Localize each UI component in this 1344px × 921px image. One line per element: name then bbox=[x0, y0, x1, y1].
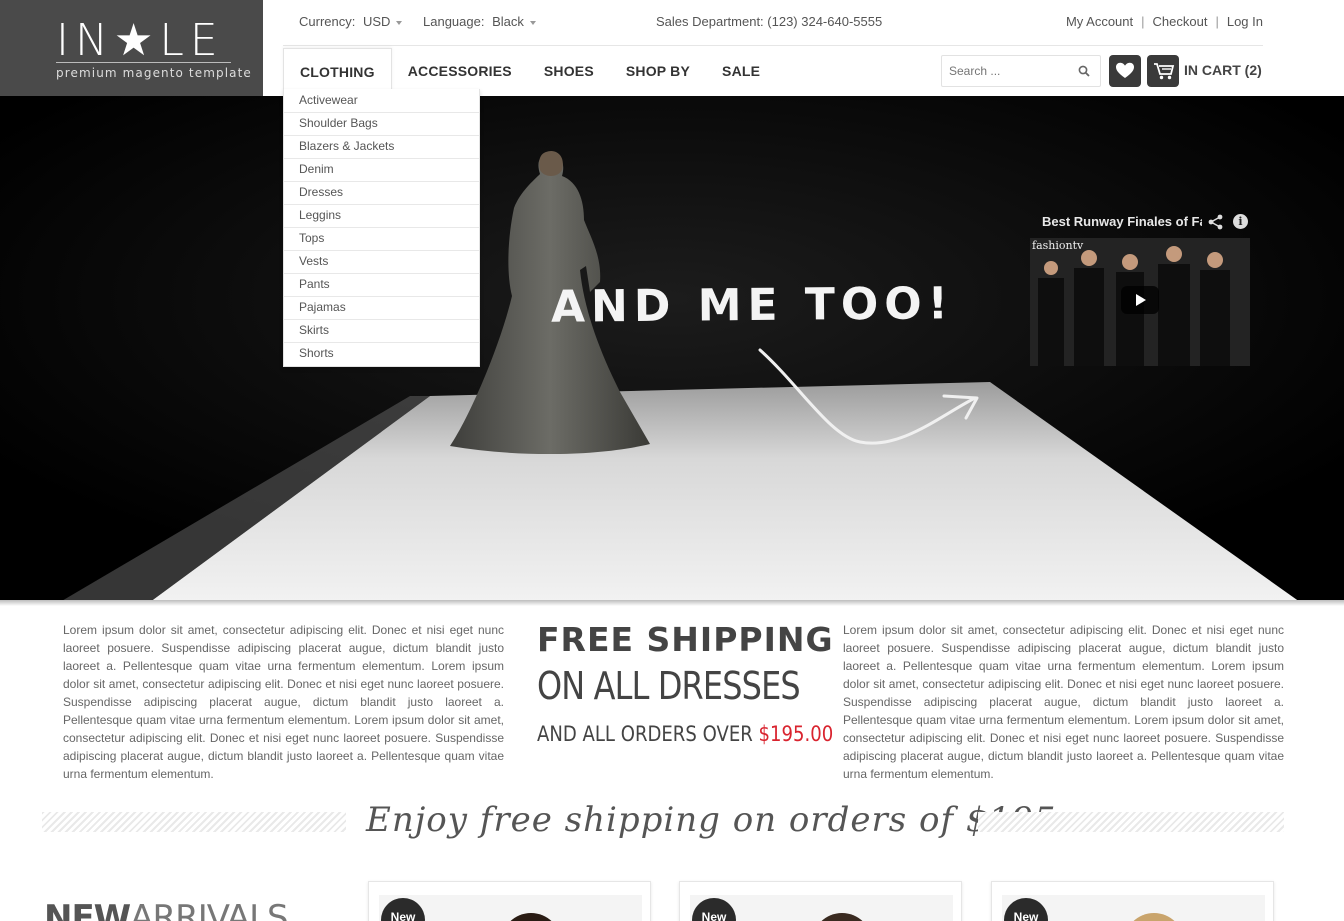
menu-item-vests[interactable]: Vests bbox=[284, 251, 479, 274]
orders-over-prefix: AND ALL ORDERS OVER bbox=[537, 722, 759, 746]
nav-shoes[interactable]: SHOES bbox=[528, 48, 610, 94]
nav-sale[interactable]: SALE bbox=[706, 48, 776, 94]
new-arrivals-bold: NEW bbox=[44, 898, 131, 921]
heart-icon bbox=[1116, 62, 1134, 78]
video-thumbnail[interactable]: fashiontv bbox=[1030, 238, 1250, 366]
logo[interactable]: IN★LE premium magento template bbox=[0, 0, 263, 96]
chevron-down-icon bbox=[396, 20, 403, 25]
language-value: Black bbox=[492, 14, 524, 29]
on-all-dresses-heading: ON ALL DRESSES bbox=[537, 664, 801, 708]
video-title[interactable]: Best Runway Finales of Fa bbox=[1042, 214, 1202, 229]
video-channel-logo: fashiontv bbox=[1032, 239, 1084, 252]
search-icon[interactable] bbox=[1078, 65, 1090, 77]
my-account-link[interactable]: My Account bbox=[1066, 14, 1133, 29]
nav-clothing[interactable]: CLOTHING bbox=[283, 48, 392, 94]
logo-wordmark: IN★LE bbox=[56, 15, 224, 66]
promo-text-left: Lorem ipsum dolor sit amet, consectetur … bbox=[63, 623, 504, 781]
account-links: My Account | Checkout | Log In bbox=[1065, 14, 1263, 29]
menu-item-pants[interactable]: Pants bbox=[284, 274, 479, 297]
product-card[interactable]: New bbox=[991, 881, 1274, 921]
wishlist-button[interactable] bbox=[1109, 55, 1141, 87]
sales-phone: Sales Department: (123) 324-640-5555 bbox=[656, 14, 883, 29]
logo-divider bbox=[56, 62, 231, 63]
menu-item-skirts[interactable]: Skirts bbox=[284, 320, 479, 343]
free-shipping-banner: Enjoy free shipping on orders of $195 bbox=[42, 800, 1284, 840]
video-embed[interactable]: Best Runway Finales of Fa i fashiontv bbox=[1030, 210, 1250, 366]
logo-tagline: premium magento template bbox=[56, 66, 252, 80]
stripe-divider-right bbox=[978, 812, 1284, 832]
menu-item-dresses[interactable]: Dresses bbox=[284, 182, 479, 205]
cart-count-label[interactable]: IN CART (2) bbox=[1184, 62, 1262, 78]
menu-item-denim[interactable]: Denim bbox=[284, 159, 479, 182]
orders-over-price: $195.00 bbox=[758, 722, 834, 746]
orders-over-text: AND ALL ORDERS OVER $195.00 bbox=[537, 722, 833, 746]
clothing-dropdown-menu: Activewear Shoulder Bags Blazers & Jacke… bbox=[283, 89, 480, 367]
hero-shadow bbox=[0, 600, 1344, 606]
search-input[interactable] bbox=[942, 56, 1068, 86]
nav-shop-by[interactable]: SHOP BY bbox=[610, 48, 706, 94]
cart-button[interactable] bbox=[1147, 55, 1179, 87]
cart-icon bbox=[1154, 63, 1175, 80]
stripe-divider-left bbox=[42, 812, 346, 832]
checkout-link[interactable]: Checkout bbox=[1153, 14, 1208, 29]
new-arrivals-heading: NEWARRIVALS bbox=[44, 898, 289, 921]
language-selector[interactable]: Language: Black bbox=[423, 14, 536, 29]
new-arrivals-rest: ARRIVALS bbox=[130, 898, 288, 921]
menu-item-pajamas[interactable]: Pajamas bbox=[284, 297, 479, 320]
hero-banner[interactable]: AND ME TOO! Best Runway Finales of Fa i … bbox=[0, 96, 1344, 602]
language-label: Language: bbox=[423, 14, 485, 29]
menu-item-shorts[interactable]: Shorts bbox=[284, 343, 479, 366]
menu-item-tops[interactable]: Tops bbox=[284, 228, 479, 251]
currency-label: Currency: bbox=[299, 14, 356, 29]
hero-handwritten-text: AND ME TOO! bbox=[550, 278, 954, 333]
promo-text-right: Lorem ipsum dolor sit amet, consectetur … bbox=[843, 623, 1284, 781]
currency-selector[interactable]: Currency: USD bbox=[299, 14, 403, 29]
main-nav: CLOTHING ACCESSORIES SHOES SHOP BY SALE bbox=[283, 48, 776, 94]
currency-value: USD bbox=[362, 14, 391, 29]
info-icon[interactable]: i bbox=[1233, 214, 1248, 229]
menu-item-leggins[interactable]: Leggins bbox=[284, 205, 479, 228]
free-shipping-heading: FREE SHIPPING bbox=[537, 620, 834, 659]
header-divider bbox=[283, 45, 1263, 46]
play-icon[interactable] bbox=[1121, 286, 1159, 314]
search-box bbox=[941, 55, 1101, 87]
top-bar: Currency: USD Language: Black Sales Depa… bbox=[299, 12, 1263, 32]
nav-accessories[interactable]: ACCESSORIES bbox=[392, 48, 528, 94]
login-link[interactable]: Log In bbox=[1227, 14, 1263, 29]
product-card[interactable]: New bbox=[679, 881, 962, 921]
menu-item-blazers-jackets[interactable]: Blazers & Jackets bbox=[284, 136, 479, 159]
product-card[interactable]: New bbox=[368, 881, 651, 921]
menu-item-activewear[interactable]: Activewear bbox=[284, 90, 479, 113]
chevron-down-icon bbox=[529, 20, 536, 25]
free-shipping-script: Enjoy free shipping on orders of $195 bbox=[366, 800, 1057, 840]
share-icon[interactable] bbox=[1208, 214, 1224, 230]
menu-item-shoulder-bags[interactable]: Shoulder Bags bbox=[284, 113, 479, 136]
